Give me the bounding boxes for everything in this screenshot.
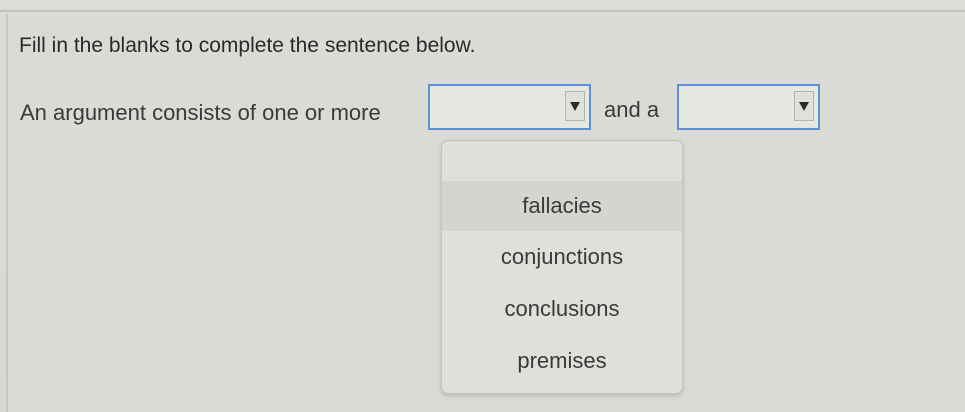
blank-1-dropdown-arrow[interactable] bbox=[565, 91, 585, 121]
option-premises[interactable]: premises bbox=[442, 336, 682, 386]
question-instruction: Fill in the blanks to complete the sente… bbox=[19, 34, 476, 57]
quiz-page: Fill in the blanks to complete the sente… bbox=[0, 0, 965, 412]
caret-down-icon bbox=[570, 102, 580, 111]
blank-1-select[interactable] bbox=[428, 84, 591, 130]
blank-1-options-menu: fallacies conjunctions conclusions premi… bbox=[441, 140, 683, 394]
blank-2-dropdown-arrow[interactable] bbox=[794, 91, 814, 121]
option-conclusions[interactable]: conclusions bbox=[442, 284, 682, 334]
option-fallacies[interactable]: fallacies bbox=[442, 181, 682, 231]
top-divider bbox=[0, 10, 965, 12]
sentence-part-1: An argument consists of one or more bbox=[20, 100, 381, 125]
blank-2-select[interactable] bbox=[677, 84, 820, 130]
option-conjunctions[interactable]: conjunctions bbox=[442, 232, 682, 282]
caret-down-icon bbox=[799, 102, 809, 111]
sentence-part-2: and a bbox=[604, 97, 660, 122]
